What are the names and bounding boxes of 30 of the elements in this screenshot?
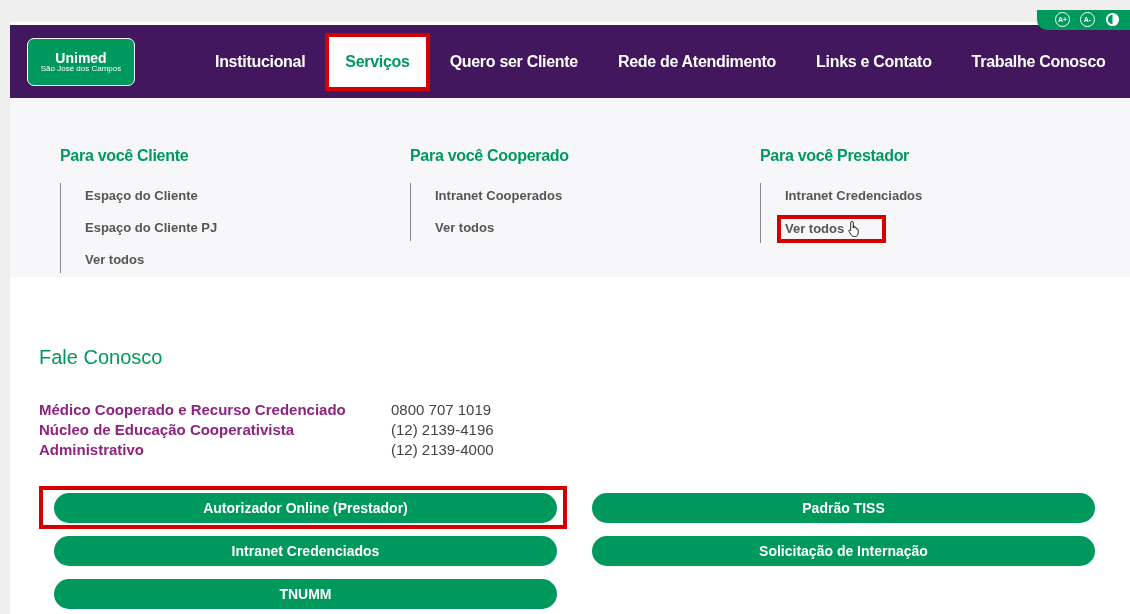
contact-label: Administrativo — [39, 440, 145, 460]
menu-link[interactable]: Ver todos — [777, 215, 887, 243]
menu-heading: Para você Cliente — [60, 146, 190, 166]
unimed-logo[interactable]: Unimed São José dos Campos — [27, 37, 135, 86]
menu-link[interactable]: Espaço do Cliente PJ — [77, 215, 242, 241]
menu-heading: Para você Prestador — [760, 146, 911, 166]
menu-link[interactable]: Ver todos — [427, 215, 519, 241]
menu-link[interactable]: Ver todos — [77, 247, 169, 273]
menu-heading: Para você Cooperado — [410, 146, 570, 166]
phone-number: (12) 2139-4000 — [391, 440, 495, 460]
service-button[interactable]: TNUMM — [54, 579, 557, 609]
nav-tab[interactable]: Serviços — [325, 32, 430, 91]
nav-tab[interactable]: Links e Contato — [796, 32, 952, 91]
nav-tab[interactable]: Quero ser Cliente — [429, 32, 598, 91]
nav-tab[interactable]: Institucional — [195, 32, 326, 91]
service-button[interactable]: Solicitação de Internação — [592, 536, 1095, 566]
phone-number: 0800 707 1019 — [391, 400, 493, 420]
menu-link[interactable]: Intranet Cooperados — [427, 183, 587, 209]
contact-label: Núcleo de Educação Cooperativista — [39, 420, 296, 440]
nav-tab[interactable]: Trabalhe Conosco — [951, 32, 1126, 91]
contrast-icon[interactable] — [1105, 12, 1120, 27]
menu-link[interactable]: Intranet Credenciados — [777, 183, 947, 209]
contact-label: Médico Cooperado e Recurso Credenciado — [39, 400, 347, 420]
service-button[interactable]: Padrão TISS — [592, 493, 1095, 523]
menu-link[interactable]: Espaço do Cliente — [77, 183, 222, 209]
service-button[interactable]: Intranet Credenciados — [54, 536, 557, 566]
nav-tab[interactable]: Rede de Atendimento — [597, 32, 797, 91]
phone-number: (12) 2139-4196 — [391, 420, 495, 440]
service-button[interactable]: Autorizador Online (Prestador) — [54, 493, 557, 523]
section-heading: Fale Conosco — [39, 345, 164, 370]
